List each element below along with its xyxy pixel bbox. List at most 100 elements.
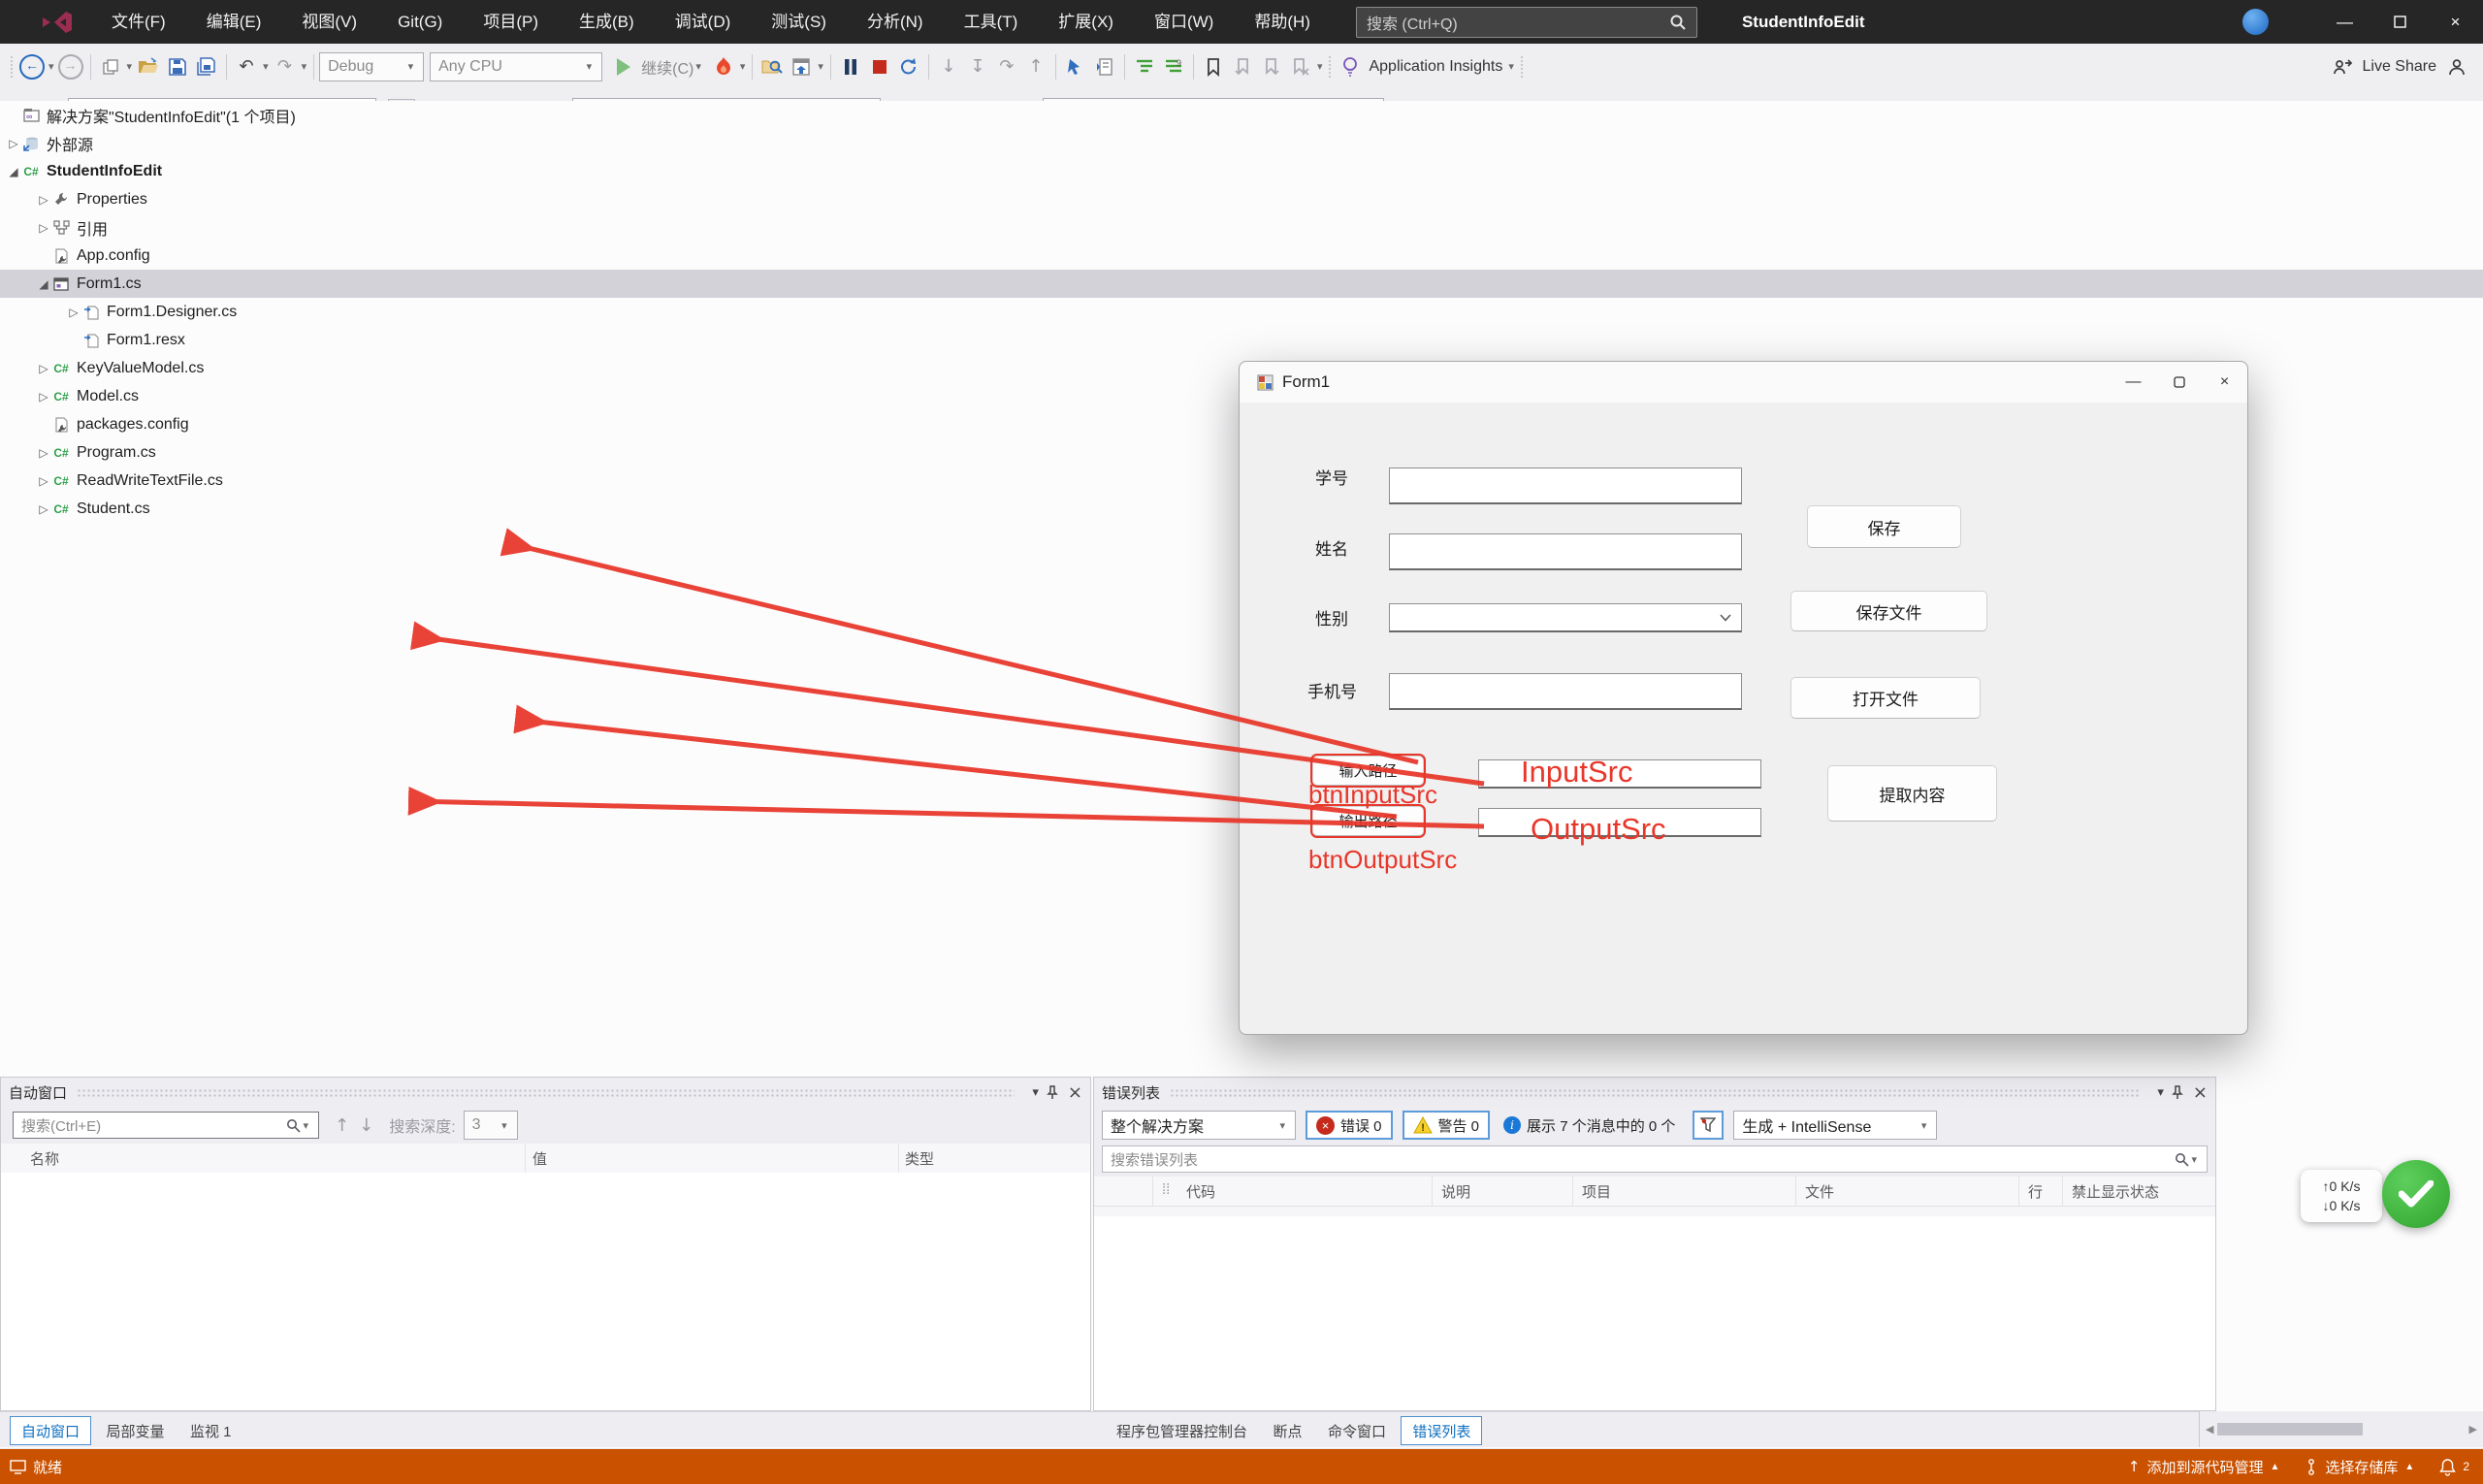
- navigate-back-dropdown[interactable]: ▾: [48, 60, 54, 73]
- clear-bookmarks-icon[interactable]: [1288, 54, 1313, 80]
- tree-chevron-icon[interactable]: ▷: [36, 474, 51, 488]
- tab-error-list[interactable]: 错误列表: [1401, 1416, 1482, 1445]
- next-bookmark-icon[interactable]: [1259, 54, 1284, 80]
- menu-item[interactable]: 项目(P): [463, 13, 559, 31]
- undo-dropdown[interactable]: ▾: [263, 60, 269, 73]
- search-down-icon[interactable]: ↓: [359, 1115, 373, 1136]
- find-in-files-icon[interactable]: [759, 54, 785, 80]
- redo-dropdown[interactable]: ▾: [302, 60, 307, 73]
- bookmark-dropdown[interactable]: ▾: [1317, 60, 1323, 73]
- error-scope-dropdown[interactable]: 整个解决方案▾: [1102, 1111, 1296, 1140]
- solution-horizontal-scrollbar[interactable]: ◀ ▶: [2199, 1411, 2483, 1447]
- tree-chevron-icon[interactable]: ▷: [36, 446, 51, 460]
- application-insights-label[interactable]: Application Insights: [1369, 58, 1502, 76]
- form-minimize-button[interactable]: —: [2111, 366, 2156, 399]
- menu-item[interactable]: 帮助(H): [1234, 13, 1331, 31]
- navigate-forward-button[interactable]: →: [58, 54, 83, 80]
- feedback-icon[interactable]: [2444, 54, 2469, 80]
- new-project-icon[interactable]: [98, 54, 123, 80]
- close-icon[interactable]: ×: [1068, 1082, 1082, 1103]
- continue-button-label[interactable]: 继续(C): [641, 55, 693, 79]
- tree-item[interactable]: ▷Form1.Designer.cs: [0, 298, 2483, 326]
- menu-item[interactable]: 视图(V): [281, 13, 377, 31]
- pin-icon[interactable]: [2172, 1085, 2183, 1100]
- maximize-button[interactable]: [2372, 0, 2428, 44]
- pin-icon[interactable]: [1047, 1085, 1058, 1100]
- show-window-icon[interactable]: [789, 54, 814, 80]
- tree-item[interactable]: App.config: [0, 242, 2483, 270]
- tree-chevron-icon[interactable]: ▷: [36, 362, 51, 375]
- gender-combobox[interactable]: [1389, 603, 1742, 632]
- break-all-icon[interactable]: [838, 54, 863, 80]
- hot-reload-icon[interactable]: [711, 54, 736, 80]
- continue-debug-icon[interactable]: [614, 54, 639, 80]
- menu-item[interactable]: 测试(S): [751, 13, 847, 31]
- restart-icon[interactable]: [896, 54, 921, 80]
- application-insights-dropdown[interactable]: ▾: [1508, 60, 1514, 73]
- menu-item[interactable]: 文件(F): [91, 13, 186, 31]
- live-share-icon[interactable]: [2330, 54, 2355, 80]
- menu-item[interactable]: 工具(T): [944, 13, 1039, 31]
- close-button[interactable]: ×: [2428, 0, 2483, 44]
- autos-body[interactable]: [1, 1173, 1090, 1410]
- tree-chevron-icon[interactable]: ◢: [36, 277, 51, 291]
- tree-item[interactable]: ◢C#StudentInfoEdit: [0, 157, 2483, 185]
- search-depth-dropdown[interactable]: 3▾: [464, 1111, 518, 1140]
- close-icon[interactable]: ×: [2193, 1082, 2208, 1103]
- student-id-input[interactable]: [1389, 468, 1742, 504]
- step-into-icon[interactable]: ↓: [936, 54, 961, 80]
- error-search-box[interactable]: 搜索错误列表 ▾: [1102, 1145, 2208, 1173]
- add-to-source-control-button[interactable]: ↑ 添加到源代码管理 ▲: [2128, 1457, 2280, 1477]
- open-file-button[interactable]: 打开文件: [1790, 677, 1981, 719]
- tree-item[interactable]: ▷外部源: [0, 129, 2483, 157]
- hot-reload-dropdown[interactable]: ▾: [740, 60, 746, 73]
- account-avatar[interactable]: [2242, 9, 2269, 35]
- menu-item[interactable]: 窗口(W): [1134, 13, 1234, 31]
- form-close-button[interactable]: ×: [2202, 366, 2247, 399]
- toolbar-grip[interactable]: [1520, 55, 1524, 79]
- stop-debugging-icon[interactable]: [867, 54, 892, 80]
- navigate-back-button[interactable]: ←: [19, 54, 45, 80]
- toolbar-grip[interactable]: [10, 55, 14, 79]
- tab-watch[interactable]: 监视 1: [179, 1417, 242, 1444]
- panel-menu-caret[interactable]: ▾: [2157, 1084, 2164, 1100]
- autos-search-box[interactable]: 搜索(Ctrl+E) ▾: [13, 1112, 319, 1139]
- tab-breakpoints[interactable]: 断点: [1262, 1417, 1312, 1444]
- document-outline-icon[interactable]: [1092, 54, 1117, 80]
- step-over-icon[interactable]: ↧: [965, 54, 990, 80]
- tree-chevron-icon[interactable]: ▷: [6, 137, 21, 150]
- form1-window[interactable]: Form1 — × 学号 保存 姓名 性别 保存文件 手机号 打开文件 输入路径…: [1239, 361, 2248, 1035]
- menu-item[interactable]: 编辑(E): [186, 13, 282, 31]
- tree-chevron-icon[interactable]: ▷: [66, 306, 81, 319]
- tree-chevron-icon[interactable]: ▷: [36, 502, 51, 516]
- tab-command-window[interactable]: 命令窗口: [1317, 1417, 1397, 1444]
- tree-item[interactable]: ◢Form1.cs: [0, 270, 2483, 298]
- undo-icon[interactable]: ↶: [234, 54, 259, 80]
- tree-item[interactable]: Form1.resx: [0, 326, 2483, 354]
- quick-search-box[interactable]: 搜索 (Ctrl+Q): [1356, 7, 1697, 38]
- menu-item[interactable]: 调试(D): [655, 13, 752, 31]
- save-file-button[interactable]: 保存文件: [1790, 591, 1987, 631]
- menu-item[interactable]: Git(G): [377, 13, 463, 31]
- messages-toggle-button[interactable]: i 展示 7 个消息中的 0 个: [1496, 1111, 1683, 1140]
- tab-autos[interactable]: 自动窗口: [10, 1416, 91, 1445]
- panel-menu-caret[interactable]: ▾: [1032, 1084, 1039, 1100]
- filter-button[interactable]: [1693, 1111, 1724, 1140]
- live-share-label[interactable]: Live Share: [2363, 58, 2437, 76]
- debug-target-dropdown[interactable]: ▾: [695, 60, 701, 73]
- tree-chevron-icon[interactable]: ▷: [36, 390, 51, 403]
- menu-item[interactable]: 生成(B): [559, 13, 655, 31]
- previous-bookmark-icon[interactable]: [1230, 54, 1255, 80]
- application-insights-icon[interactable]: [1338, 54, 1363, 80]
- name-input[interactable]: [1389, 533, 1742, 570]
- toolbar-grip[interactable]: [1328, 55, 1332, 79]
- form-maximize-button[interactable]: [2156, 366, 2202, 399]
- error-source-dropdown[interactable]: 生成 + IntelliSense▾: [1733, 1111, 1937, 1140]
- menu-item[interactable]: 分析(N): [847, 13, 944, 31]
- tree-item[interactable]: ▷Properties: [0, 185, 2483, 213]
- extract-content-button[interactable]: 提取内容: [1827, 765, 1997, 822]
- save-button[interactable]: 保存: [1807, 505, 1961, 548]
- show-next-statement-icon[interactable]: ↑: [1023, 54, 1048, 80]
- window-dropdown[interactable]: ▾: [818, 60, 823, 73]
- errors-toggle-button[interactable]: × 错误 0: [1306, 1111, 1393, 1140]
